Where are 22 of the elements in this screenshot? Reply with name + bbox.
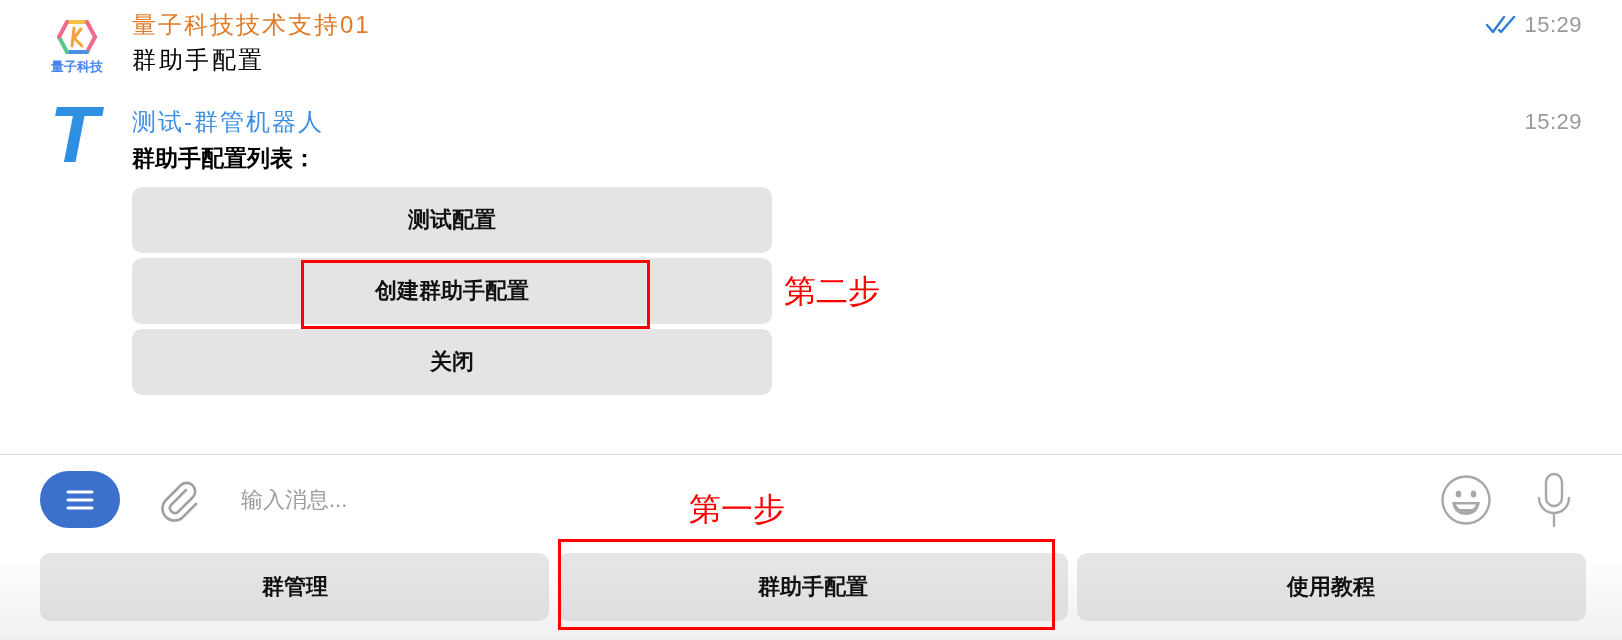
keyboard-button[interactable]: 群助手配置: [558, 553, 1068, 621]
logo-caption: 量子科技: [51, 59, 103, 74]
message-text: 群助手配置列表：: [132, 144, 316, 173]
message-time: 15:29: [1524, 109, 1582, 135]
menu-icon: [66, 489, 94, 510]
message-text: 群助手配置: [132, 45, 265, 75]
inline-keyboard-button[interactable]: 测试配置: [132, 187, 772, 253]
hexagon-logo-icon: [57, 20, 97, 54]
keyboard-button[interactable]: 使用教程: [1076, 553, 1586, 621]
avatar-logo-letter: T: [47, 93, 107, 177]
inline-keyboard-button[interactable]: 关闭: [132, 329, 772, 395]
step-label: 第一步: [689, 490, 786, 529]
message-input[interactable]: 输入消息...: [241, 482, 661, 517]
sender-name: 量子科技技术支持01: [132, 10, 371, 40]
step-label: 第二步: [784, 272, 880, 311]
keyboard-button[interactable]: 群管理: [40, 553, 550, 621]
microphone-icon[interactable]: [1536, 471, 1572, 528]
smiley-icon[interactable]: [1441, 474, 1491, 525]
sender-name: 测试-群管机器人: [132, 107, 324, 137]
message-time: 15:29: [1524, 12, 1582, 38]
inline-keyboard-button[interactable]: 创建群助手配置: [132, 258, 772, 324]
menu-button[interactable]: [40, 471, 120, 528]
